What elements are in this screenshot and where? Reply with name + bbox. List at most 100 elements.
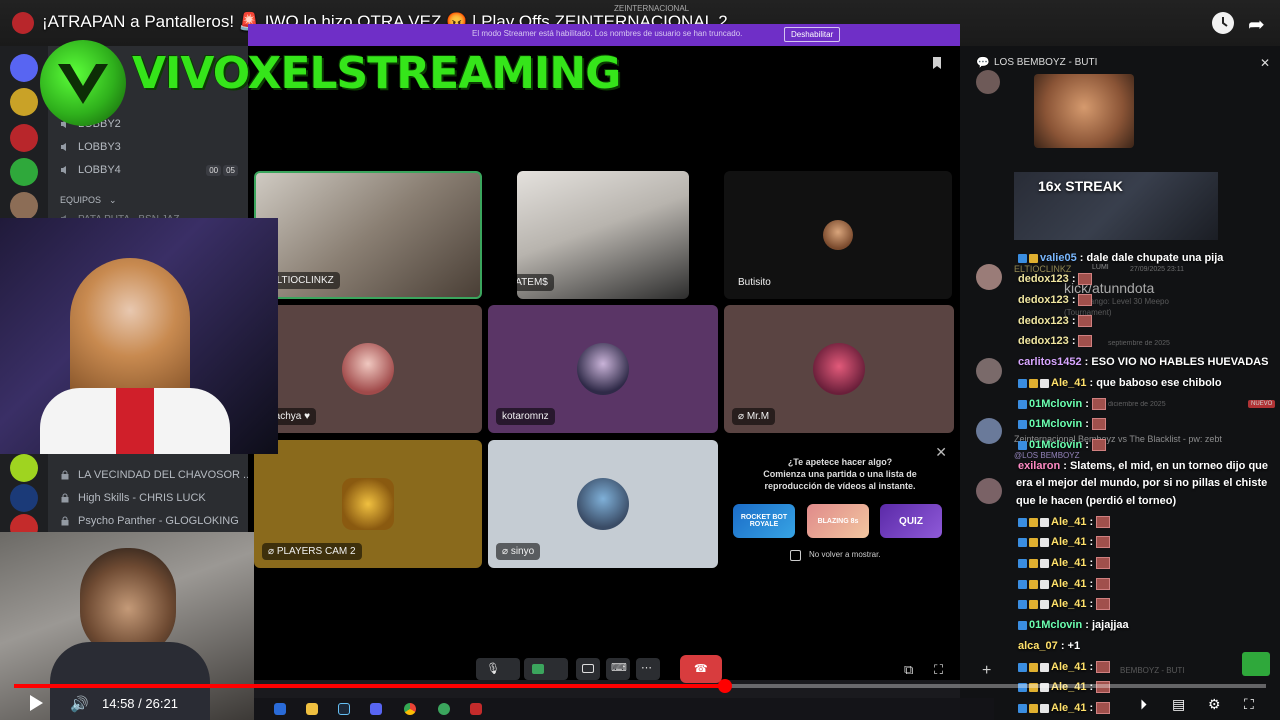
time-display: 14:58 / 26:21 xyxy=(102,696,178,711)
dont-show-checkbox[interactable] xyxy=(790,550,801,561)
participant-tile[interactable]: kotaromnz xyxy=(488,305,718,433)
server-icon[interactable] xyxy=(10,158,38,186)
avatar xyxy=(577,343,629,395)
volume-icon[interactable]: 🔊 xyxy=(70,695,89,713)
user-badge-icon xyxy=(1018,399,1027,409)
taskbar-app-icon[interactable] xyxy=(274,703,286,715)
chat-username: 01Mclovin xyxy=(1029,619,1083,631)
user-badge-icon xyxy=(1040,662,1049,672)
popout-icon[interactable]: ⧉ xyxy=(904,662,913,678)
activities-button[interactable]: ⌨ xyxy=(606,658,630,680)
chat-message: dedox123 : xyxy=(1018,315,1093,328)
steam-icon[interactable] xyxy=(338,703,350,715)
server-icon[interactable] xyxy=(10,484,38,512)
camera-button[interactable] xyxy=(524,658,568,680)
play-icon[interactable] xyxy=(28,694,44,717)
avatar xyxy=(976,264,1002,290)
avatar xyxy=(577,478,629,530)
channel-logo xyxy=(40,40,126,126)
game-card-quiz[interactable]: QUIZ xyxy=(880,504,942,538)
more-options-button[interactable]: ⋯ xyxy=(636,658,660,680)
participant-tile[interactable]: ELTIOCLINKZ xyxy=(254,171,482,299)
seek-bar[interactable] xyxy=(14,679,1266,693)
disable-streamer-button[interactable]: Deshabilitar xyxy=(784,27,841,42)
channel-label: LA VECINDAD DEL CHAVOSOR ... xyxy=(78,469,253,481)
avatar xyxy=(976,418,1002,444)
chat-username: dedox123 xyxy=(1018,315,1069,327)
user-badge-icon xyxy=(1018,517,1027,527)
chat-username: 01Mclovin xyxy=(1029,418,1083,430)
user-badge-icon xyxy=(1029,599,1038,609)
participant-tile[interactable]: ⌀ Mr.M xyxy=(724,305,954,433)
chat-text: que le hacen (perdió el torneo) xyxy=(1016,495,1177,507)
chrome-icon[interactable] xyxy=(404,703,416,715)
dota-icon[interactable] xyxy=(470,703,482,715)
user-badge-icon xyxy=(1029,378,1038,388)
chat-username: Ale_41 xyxy=(1051,598,1087,610)
lock-icon xyxy=(60,516,70,526)
fullscreen-icon[interactable]: ⛶ xyxy=(934,662,943,678)
chat-message: 01Mclovin : jajajjaa xyxy=(1018,619,1129,631)
emote-icon xyxy=(1096,661,1111,674)
discord-home-icon[interactable] xyxy=(10,54,38,82)
user-badge-icon xyxy=(1040,537,1049,547)
locked-channel-high-skills[interactable]: High Skills - CHRIS LUCK xyxy=(60,489,206,507)
voice-channel-lobby3[interactable]: LOBBY3 xyxy=(60,138,121,156)
chat-message: alca_07 : +1 xyxy=(1018,640,1080,652)
participant-tile[interactable]: SLATEM$ xyxy=(517,171,689,299)
chat-message: Ale_41 : xyxy=(1018,661,1111,674)
participant-name: ⌀ sinyo xyxy=(496,543,541,560)
screen-share-button[interactable] xyxy=(576,658,600,680)
folder-icon[interactable] xyxy=(306,703,318,715)
watch-later-icon[interactable] xyxy=(1212,12,1234,34)
participant-tile[interactable]: Kachya ♥ xyxy=(254,305,482,433)
discord-icon[interactable] xyxy=(370,703,382,715)
chat-message: 01Mclovin : xyxy=(1018,398,1106,411)
game-card-rocket-bot[interactable]: ROCKET BOT ROYALE xyxy=(733,504,795,538)
voice-channel-lobby4[interactable]: LOBBY4 00 05 xyxy=(60,161,238,179)
add-icon[interactable]: + xyxy=(982,662,991,680)
locked-channel-vecindad[interactable]: LA VECINDAD DEL CHAVOSOR ... xyxy=(60,466,252,484)
seek-knob[interactable] xyxy=(718,679,733,693)
game-card-blazing[interactable]: BLAZING 8s xyxy=(807,504,869,538)
chat-message: Ale_41 : xyxy=(1018,516,1111,529)
chat-text: : Slatems, el mid, en un torneo dijo que xyxy=(1063,460,1268,472)
behind-text: diciembre de 2025 xyxy=(1108,401,1166,408)
chat-message: que le hacen (perdió el torneo) xyxy=(1016,495,1176,507)
emote-icon xyxy=(1096,536,1111,549)
bookmark-icon[interactable] xyxy=(932,56,942,74)
chat-header: 💬 LOS BEMBOYZ - BUTI ✕ xyxy=(960,52,1280,74)
chat-text: : xyxy=(1085,439,1089,451)
chat-username: dedox123 xyxy=(1018,273,1069,285)
participant-tile[interactable]: ⌀ PLAYERS CAM 2 xyxy=(254,440,482,568)
disconnect-button[interactable]: ☎ xyxy=(680,655,722,683)
close-icon[interactable]: ✕ xyxy=(1260,52,1270,74)
taskbar-app-icon[interactable] xyxy=(438,703,450,715)
behind-text: @LOS BEMBOYZ xyxy=(1014,451,1080,460)
emote-icon xyxy=(1078,315,1093,328)
chat-username: 01Mclovin xyxy=(1029,439,1083,451)
server-icon[interactable] xyxy=(10,124,38,152)
subtitles-icon[interactable]: ▤ xyxy=(1172,696,1185,713)
locked-channel-psycho-panther[interactable]: Psycho Panther - GLOGLOKING xyxy=(60,512,239,530)
chat-message: Ale_41 : xyxy=(1018,536,1111,549)
share-icon[interactable]: ➦ xyxy=(1248,12,1265,37)
autoplay-toggle-icon[interactable]: ⏵ xyxy=(1140,696,1147,713)
microphone-button[interactable]: 🎙 xyxy=(476,658,520,680)
participant-tile[interactable]: ⌀ sinyo xyxy=(488,440,718,568)
user-badge-icon xyxy=(1018,662,1027,672)
fullscreen-icon[interactable]: ⛶ xyxy=(1244,696,1254,713)
close-icon[interactable]: ✕ xyxy=(935,444,947,461)
server-icon[interactable] xyxy=(10,192,38,220)
category-equipos[interactable]: EQUIPOS ⌄ xyxy=(60,191,117,209)
chat-username: 01Mclovin xyxy=(1029,398,1083,410)
speaker-icon xyxy=(60,165,70,175)
settings-gear-icon[interactable]: ⚙ xyxy=(1208,696,1221,713)
server-icon[interactable] xyxy=(10,454,38,482)
user-count-badge: 00 xyxy=(206,165,222,176)
emote-icon xyxy=(1096,557,1111,570)
emote-icon xyxy=(1096,702,1111,715)
channel-avatar[interactable] xyxy=(12,12,34,34)
server-icon[interactable] xyxy=(10,88,38,116)
participant-tile[interactable]: Butisito xyxy=(724,171,952,299)
